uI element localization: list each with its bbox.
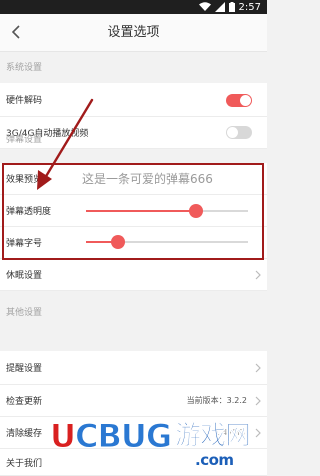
watermark-letter-c: C [74,417,99,455]
watermark-letters: U C BUG [50,417,173,455]
annotation-arrow-icon [37,98,94,190]
watermark-brand: 游戏网 [175,421,252,452]
watermark-letters-bug: BUG [97,417,173,455]
watermark-logo: U C BUG 游戏网 .com [43,413,267,476]
watermark-site: .com [195,451,234,469]
watermark-letter-u: U [50,417,77,455]
